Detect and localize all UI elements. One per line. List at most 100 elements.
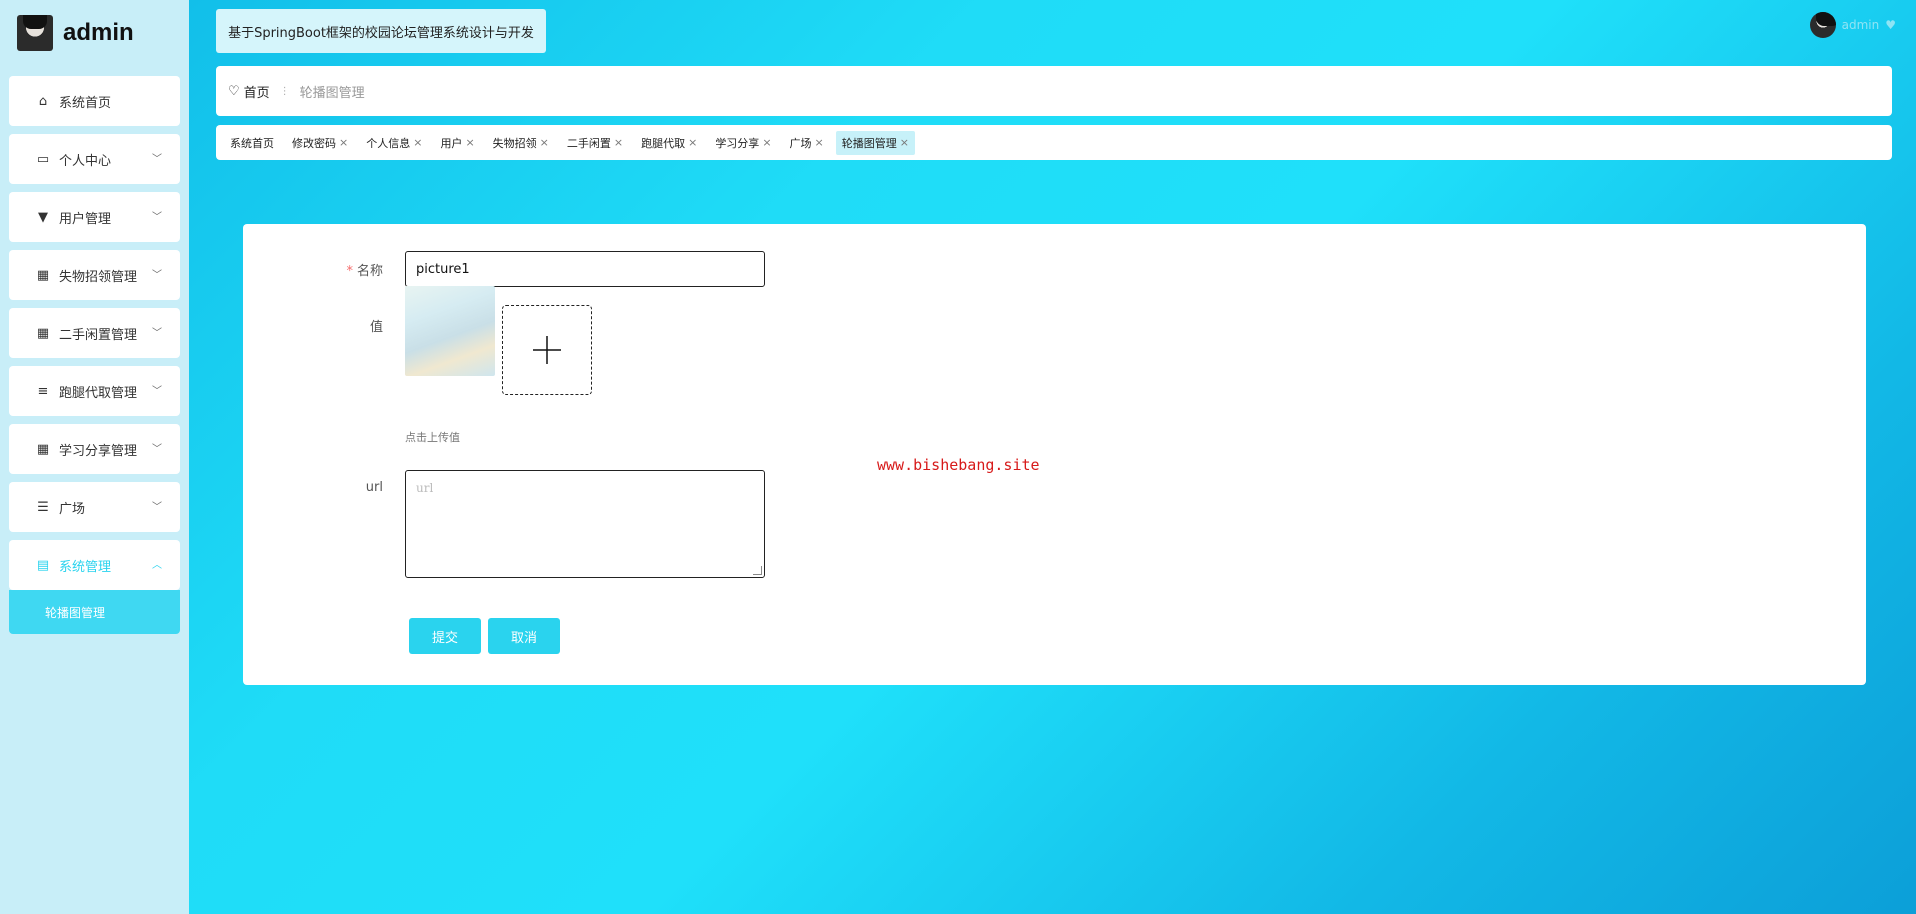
tab-label: 失物招领 [492,136,537,150]
avatar [17,15,53,51]
breadcrumb: ♡ 首页 ⋮ 轮播图管理 [216,66,1892,116]
list-icon: ☰ [37,499,49,515]
close-icon[interactable]: × [540,136,549,149]
sidebar-item-square[interactable]: ☰ 广场 ﹀ [9,482,180,532]
system-icon: ▤ [36,557,50,573]
sidebar-item-study-share[interactable]: ▦ 学习分享管理 ﹀ [9,424,180,474]
watermark-text: www.bishebang.site [877,456,1040,474]
tab-study-share[interactable]: 学习分享 × [709,131,777,155]
tab-change-password[interactable]: 修改密码 × [286,131,354,155]
sidebar-item-label: 学习分享管理 [59,443,138,459]
cancel-button[interactable]: 取消 [488,618,560,654]
tab-carousel[interactable]: 轮播图管理 × [835,130,915,155]
tab-label: 二手闲置 [566,136,611,150]
sidebar-item-label: 二手闲置管理 [59,327,138,343]
user-menu[interactable]: admin ♥ [1809,12,1896,38]
close-icon[interactable]: × [688,136,697,149]
uploaded-image-thumbnail[interactable] [405,286,495,376]
tab-label: 修改密码 [292,136,336,150]
sidebar-item-label: 广场 [59,501,86,517]
tab-label: 系统首页 [230,136,274,150]
required-mark: * [346,264,353,279]
brand: admin [17,15,134,51]
sidebar-item-errand[interactable]: ≡ 跑腿代取管理 ﹀ [9,366,180,416]
close-icon[interactable]: × [413,136,422,149]
name-input[interactable]: picture1 [405,251,765,287]
chevron-up-icon: ︿ [152,560,162,571]
breadcrumb-home-label: 首页 [243,85,270,101]
tab-personal-info[interactable]: 个人信息 × [360,131,428,155]
name-input-value: picture1 [416,261,470,277]
tab-square[interactable]: 广场 × [784,131,830,155]
system-title: 基于SpringBoot框架的校园论坛管理系统设计与开发 [216,9,546,53]
grid-icon: ▦ [36,267,50,283]
upload-hint: 点击上传值 [405,431,460,444]
chevron-down-icon: ﹀ [152,154,162,165]
url-label: url [283,480,383,495]
chevron-down-icon: ﹀ [152,328,162,339]
home-icon: ⌂ [38,93,48,109]
chevron-down-icon: ﹀ [152,270,162,281]
submit-button[interactable]: 提交 [409,618,481,654]
tab-label: 用户 [440,136,463,150]
sidebar-item-personal-center[interactable]: ▭ 个人中心 ﹀ [9,134,180,184]
chevron-down-icon: ﹀ [152,502,162,513]
sidebar-item-system[interactable]: ▤ 系统管理 ︿ [9,540,180,590]
name-label: * 名称 [283,260,383,279]
grid-icon: ▦ [36,325,50,341]
tab-label: 广场 [789,136,812,150]
url-textarea[interactable]: url [405,470,765,578]
chevron-down-icon: ﹀ [152,444,162,455]
sidebar-subitem-carousel[interactable]: 轮播图管理 [9,590,180,634]
chevron-down-icon: ﹀ [152,386,162,397]
sidebar-menu: ⌂ 系统首页 ▭ 个人中心 ﹀ ▼ 用户管理 ﹀ ▦ 失物招领管理 ﹀ ▦ 二手… [9,76,180,634]
close-icon[interactable]: × [339,136,348,149]
sidebar-item-label: 个人中心 [59,153,112,169]
heart-icon: ♥ [1885,18,1896,32]
close-icon[interactable]: × [762,136,771,149]
breadcrumb-separator-icon: ⋮ [279,85,290,97]
tab-label: 跑腿代取 [641,136,686,150]
sidebar-item-label: 系统首页 [59,95,112,111]
sidebar-subitem-label: 轮播图管理 [45,605,106,620]
tab-lost-found[interactable]: 失物招领 × [487,131,555,155]
close-icon[interactable]: × [465,136,474,149]
tab-errand[interactable]: 跑腿代取 × [635,131,703,155]
resize-handle-icon[interactable] [753,566,762,575]
sidebar-item-label: 用户管理 [59,211,112,227]
breadcrumb-home[interactable]: ♡ 首页 [228,82,270,101]
tab-home[interactable]: 系统首页 [224,131,280,155]
list-icon: ≡ [37,383,49,399]
tab-label: 个人信息 [366,136,411,150]
tab-user[interactable]: 用户 × [434,131,480,155]
avatar [1809,12,1836,38]
close-icon[interactable]: × [614,136,623,149]
brand-name: admin [63,19,134,46]
value-label: 值 [283,316,383,335]
value-label-text: 值 [369,320,383,335]
sidebar-item-second-hand[interactable]: ▦ 二手闲置管理 ﹀ [9,308,180,358]
tab-second-hand[interactable]: 二手闲置 × [561,131,629,155]
close-icon[interactable]: × [815,136,824,149]
form-card: * 名称 picture1 值 点击上传值 url url 提交 取消 [243,224,1866,685]
user-manage-icon: ▼ [38,209,48,225]
tab-bar: 系统首页 修改密码 × 个人信息 × 用户 × 失物招领 × 二手闲置 × 跑腿代取 × 学… [216,125,1892,160]
url-placeholder: url [416,481,434,495]
system-title-text: 基于SpringBoot框架的校园论坛管理系统设计与开发 [228,25,534,41]
grid-icon: ▦ [36,441,50,457]
breadcrumb-current: 轮播图管理 [299,85,365,101]
sidebar-item-home[interactable]: ⌂ 系统首页 [9,76,180,126]
url-label-text: url [365,480,383,495]
sidebar-item-user-management[interactable]: ▼ 用户管理 ﹀ [9,192,180,242]
plus-icon [533,336,561,364]
name-label-text: 名称 [356,264,383,279]
chevron-down-icon: ﹀ [152,212,162,223]
image-upload-button[interactable] [502,305,592,395]
heart-icon: ♡ [228,83,240,99]
tab-label: 学习分享 [715,136,760,150]
sidebar-item-label: 系统管理 [59,559,112,575]
wallet-icon: ▭ [36,151,50,167]
sidebar-item-lost-found[interactable]: ▦ 失物招领管理 ﹀ [9,250,180,300]
close-icon[interactable]: × [900,136,909,149]
tab-label: 轮播图管理 [841,136,897,150]
